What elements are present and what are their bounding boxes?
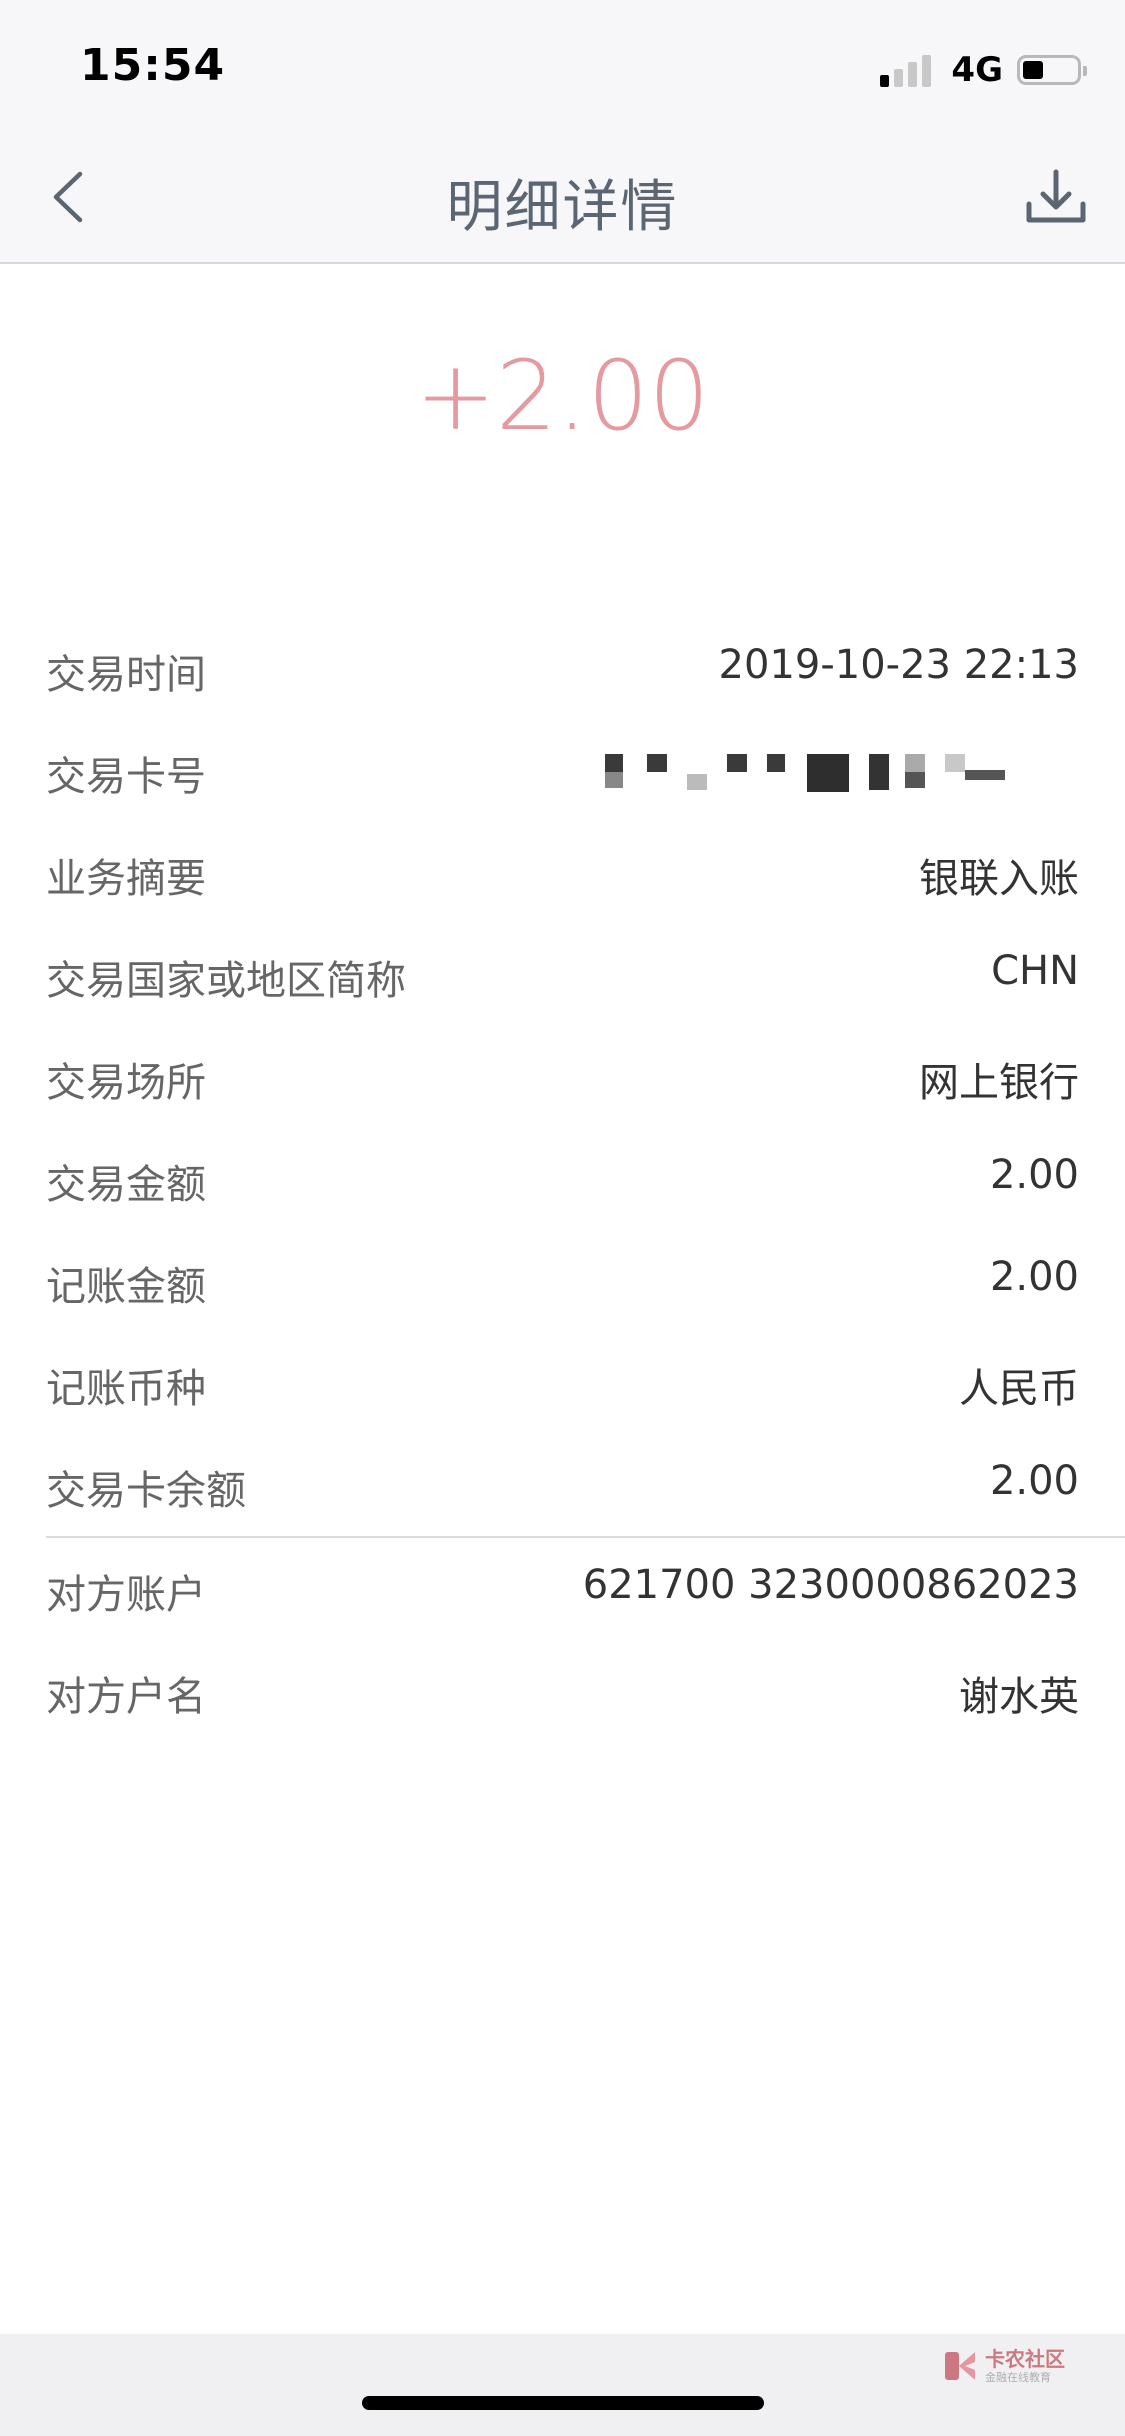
detail-row-venue: 交易场所 网上银行 — [0, 1026, 1125, 1128]
detail-row-summary: 业务摘要 银联入账 — [0, 822, 1125, 924]
battery-icon — [1017, 55, 1087, 85]
detail-row-card-number: 交易卡号 — [0, 720, 1125, 822]
detail-label: 交易时间 — [46, 652, 206, 698]
detail-value: 2.00 — [989, 1152, 1079, 1198]
page-title: 明细详情 — [446, 175, 679, 240]
home-indicator[interactable] — [362, 2396, 764, 2410]
details-list: 交易时间 2019-10-23 22:13 交易卡号 业务摘要 银联入账 交易国… — [0, 618, 1125, 1742]
detail-row-country: 交易国家或地区简称 CHN — [0, 924, 1125, 1026]
detail-value: 网上银行 — [919, 1060, 1079, 1106]
masked-card-number — [605, 750, 1021, 792]
detail-value: CHN — [991, 948, 1079, 994]
detail-label: 交易场所 — [46, 1060, 206, 1106]
download-icon — [1026, 169, 1086, 223]
detail-row-posted-amount: 记账金额 2.00 — [0, 1230, 1125, 1332]
detail-row-card-balance: 交易卡余额 2.00 — [0, 1434, 1125, 1536]
download-button[interactable] — [1021, 162, 1091, 232]
detail-label: 交易卡号 — [46, 754, 206, 800]
detail-label: 交易卡余额 — [46, 1468, 246, 1514]
detail-row-transaction-time: 交易时间 2019-10-23 22:13 — [0, 618, 1125, 720]
watermark: 卡农社区 金融在线教育 — [943, 2348, 1065, 2384]
detail-value: 2.00 — [989, 1254, 1079, 1300]
signal-icon — [880, 53, 932, 87]
watermark-logo-icon — [945, 2352, 975, 2380]
watermark-subtitle: 金融在线教育 — [985, 2371, 1051, 2384]
detail-row-currency: 记账币种 人民币 — [0, 1332, 1125, 1434]
network-type: 4G — [951, 50, 1003, 90]
detail-row-counterparty-name: 对方户名 谢水英 — [0, 1640, 1125, 1742]
detail-label: 业务摘要 — [46, 856, 206, 902]
status-bar: 15:54 4G — [0, 0, 1125, 132]
detail-label: 对方账户 — [46, 1572, 206, 1618]
detail-value: 人民币 — [959, 1366, 1079, 1412]
detail-label: 记账金额 — [46, 1264, 206, 1310]
watermark-title: 卡农社区 — [985, 2347, 1065, 2371]
detail-value: 2.00 — [989, 1458, 1079, 1504]
detail-row-transaction-amount: 交易金额 2.00 — [0, 1128, 1125, 1230]
status-indicators: 4G — [880, 50, 1087, 90]
nav-bar: 明细详情 — [0, 132, 1125, 264]
detail-value: 谢水英 — [959, 1674, 1079, 1720]
detail-value: 银联入账 — [919, 856, 1079, 902]
transaction-amount: +2.00 — [415, 340, 710, 452]
detail-label: 对方户名 — [46, 1674, 206, 1720]
status-time: 15:54 — [80, 40, 226, 91]
detail-row-counterparty-account: 对方账户 621700 3230000862023 — [0, 1538, 1125, 1640]
detail-value: 2019-10-23 22:13 — [718, 642, 1079, 688]
detail-value: 621700 3230000862023 — [582, 1562, 1079, 1608]
detail-label: 记账币种 — [46, 1366, 206, 1412]
detail-label: 交易金额 — [46, 1162, 206, 1208]
detail-label: 交易国家或地区简称 — [46, 958, 406, 1004]
